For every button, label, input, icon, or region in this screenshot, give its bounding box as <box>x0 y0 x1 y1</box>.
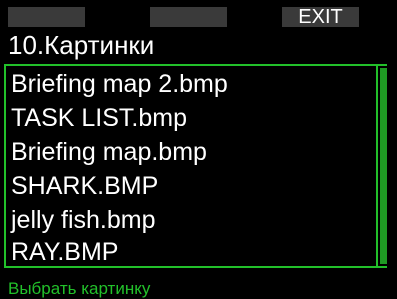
select-image-hint: Выбрать картинку <box>8 279 151 298</box>
list-item[interactable]: TASK LIST.bmp <box>11 101 371 135</box>
scrollbar-thumb[interactable] <box>380 68 387 264</box>
softkey-middle[interactable] <box>150 7 227 27</box>
list-item[interactable]: Briefing map 2.bmp <box>11 67 371 101</box>
softkey-bar: EXIT <box>0 0 397 27</box>
page-title: 10.Картинки <box>8 30 155 60</box>
image-file-list: Briefing map 2.bmp TASK LIST.bmp Briefin… <box>4 64 387 268</box>
softkey-left[interactable] <box>8 7 85 27</box>
list-item[interactable]: Briefing map.bmp <box>11 135 371 169</box>
list-item[interactable]: jelly fish.bmp <box>11 203 371 237</box>
exit-softkey[interactable]: EXIT <box>282 7 359 27</box>
list-item[interactable]: RAY.BMP <box>11 235 371 269</box>
list-item[interactable]: SHARK.BMP <box>11 169 371 203</box>
